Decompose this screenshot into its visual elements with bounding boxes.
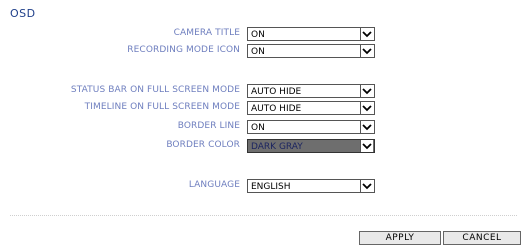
status-bar-full-screen-select[interactable]: AUTO HIDE [247, 84, 375, 98]
chevron-down-icon[interactable] [360, 180, 373, 192]
chevron-down-icon[interactable] [360, 85, 373, 97]
apply-button[interactable]: APPLY [359, 231, 441, 245]
camera-title-label: CAMERA TITLE [173, 28, 240, 38]
status-bar-full-screen-label: STATUS BAR ON FULL SCREEN MODE [70, 85, 240, 95]
camera-title-value: ON [251, 30, 265, 40]
timeline-full-screen-label: TIMELINE ON FULL SCREEN MODE [84, 102, 240, 112]
language-label: LANGUAGE [188, 180, 240, 190]
chevron-down-icon[interactable] [360, 45, 373, 57]
divider [10, 215, 517, 216]
timeline-full-screen-value: AUTO HIDE [251, 104, 302, 114]
border-line-label: BORDER LINE [177, 121, 240, 131]
cancel-button[interactable]: CANCEL [443, 231, 521, 245]
language-select[interactable]: ENGLISH [247, 179, 375, 193]
chevron-down-icon[interactable] [360, 28, 373, 40]
recording-mode-icon-select[interactable]: ON [247, 44, 375, 58]
chevron-down-icon[interactable] [360, 102, 373, 114]
border-line-select[interactable]: ON [247, 120, 375, 134]
border-color-select[interactable]: DARK GRAY [247, 139, 375, 153]
chevron-down-icon[interactable] [360, 140, 373, 152]
border-line-value: ON [251, 123, 265, 133]
border-color-value: DARK GRAY [251, 142, 303, 152]
recording-mode-icon-label: RECORDING MODE ICON [127, 45, 240, 55]
recording-mode-icon-value: ON [251, 47, 265, 57]
page-title: OSD [10, 7, 36, 20]
border-color-label: BORDER COLOR [166, 140, 240, 150]
timeline-full-screen-select[interactable]: AUTO HIDE [247, 101, 375, 115]
language-value: ENGLISH [251, 182, 291, 192]
chevron-down-icon[interactable] [360, 121, 373, 133]
camera-title-select[interactable]: ON [247, 27, 375, 41]
status-bar-full-screen-value: AUTO HIDE [251, 87, 302, 97]
